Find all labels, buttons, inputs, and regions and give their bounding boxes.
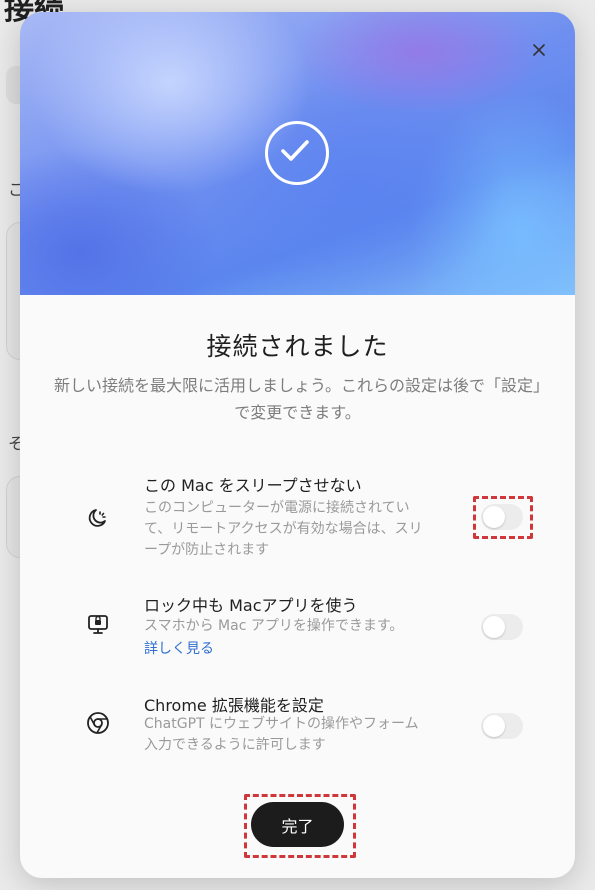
toggle-knob: [483, 715, 505, 737]
close-icon: [533, 44, 545, 56]
computer-lock-icon: [88, 615, 108, 634]
setting-description: ChatGPT にウェブサイトの操作やフォーム 入力できるように許可します: [144, 716, 419, 753]
use-mac-apps-toggle[interactable]: [481, 614, 523, 640]
setting-description: スマホから Mac アプリを操作できます。: [144, 618, 404, 634]
setting-description: このコンピューターが電源に接続されてい て、リモートアクセスが有効な場合は、スリ…: [144, 500, 423, 558]
done-button[interactable]: 完了: [251, 802, 344, 847]
toggle-knob: [483, 506, 505, 528]
dialog-title: 接続されました: [206, 332, 389, 361]
setting-title: この Mac をスリープさせない: [144, 476, 362, 495]
setting-title: Chrome 拡張機能を設定: [144, 696, 324, 715]
dialog-subtitle: 新しい接続を最大限に活用しましょう。これらの設定は後で「設定」で変更できます。: [53, 376, 542, 422]
connected-dialog: 接続されました 新しい接続を最大限に活用しましょう。これらの設定は後で「設定」で…: [20, 12, 575, 878]
checkmark-icon: [265, 121, 329, 185]
learn-more-link[interactable]: 詳しく見る: [144, 638, 214, 658]
close-button[interactable]: [525, 36, 553, 64]
hero-image: [20, 12, 575, 295]
sleep-moon-icon: [88, 509, 106, 527]
setting-title: ロック中も Macアプリを使う: [144, 596, 358, 615]
chrome-icon: [87, 712, 109, 734]
chrome-extension-toggle[interactable]: [481, 713, 523, 739]
prevent-sleep-toggle[interactable]: [481, 504, 523, 530]
toggle-knob: [483, 616, 505, 638]
